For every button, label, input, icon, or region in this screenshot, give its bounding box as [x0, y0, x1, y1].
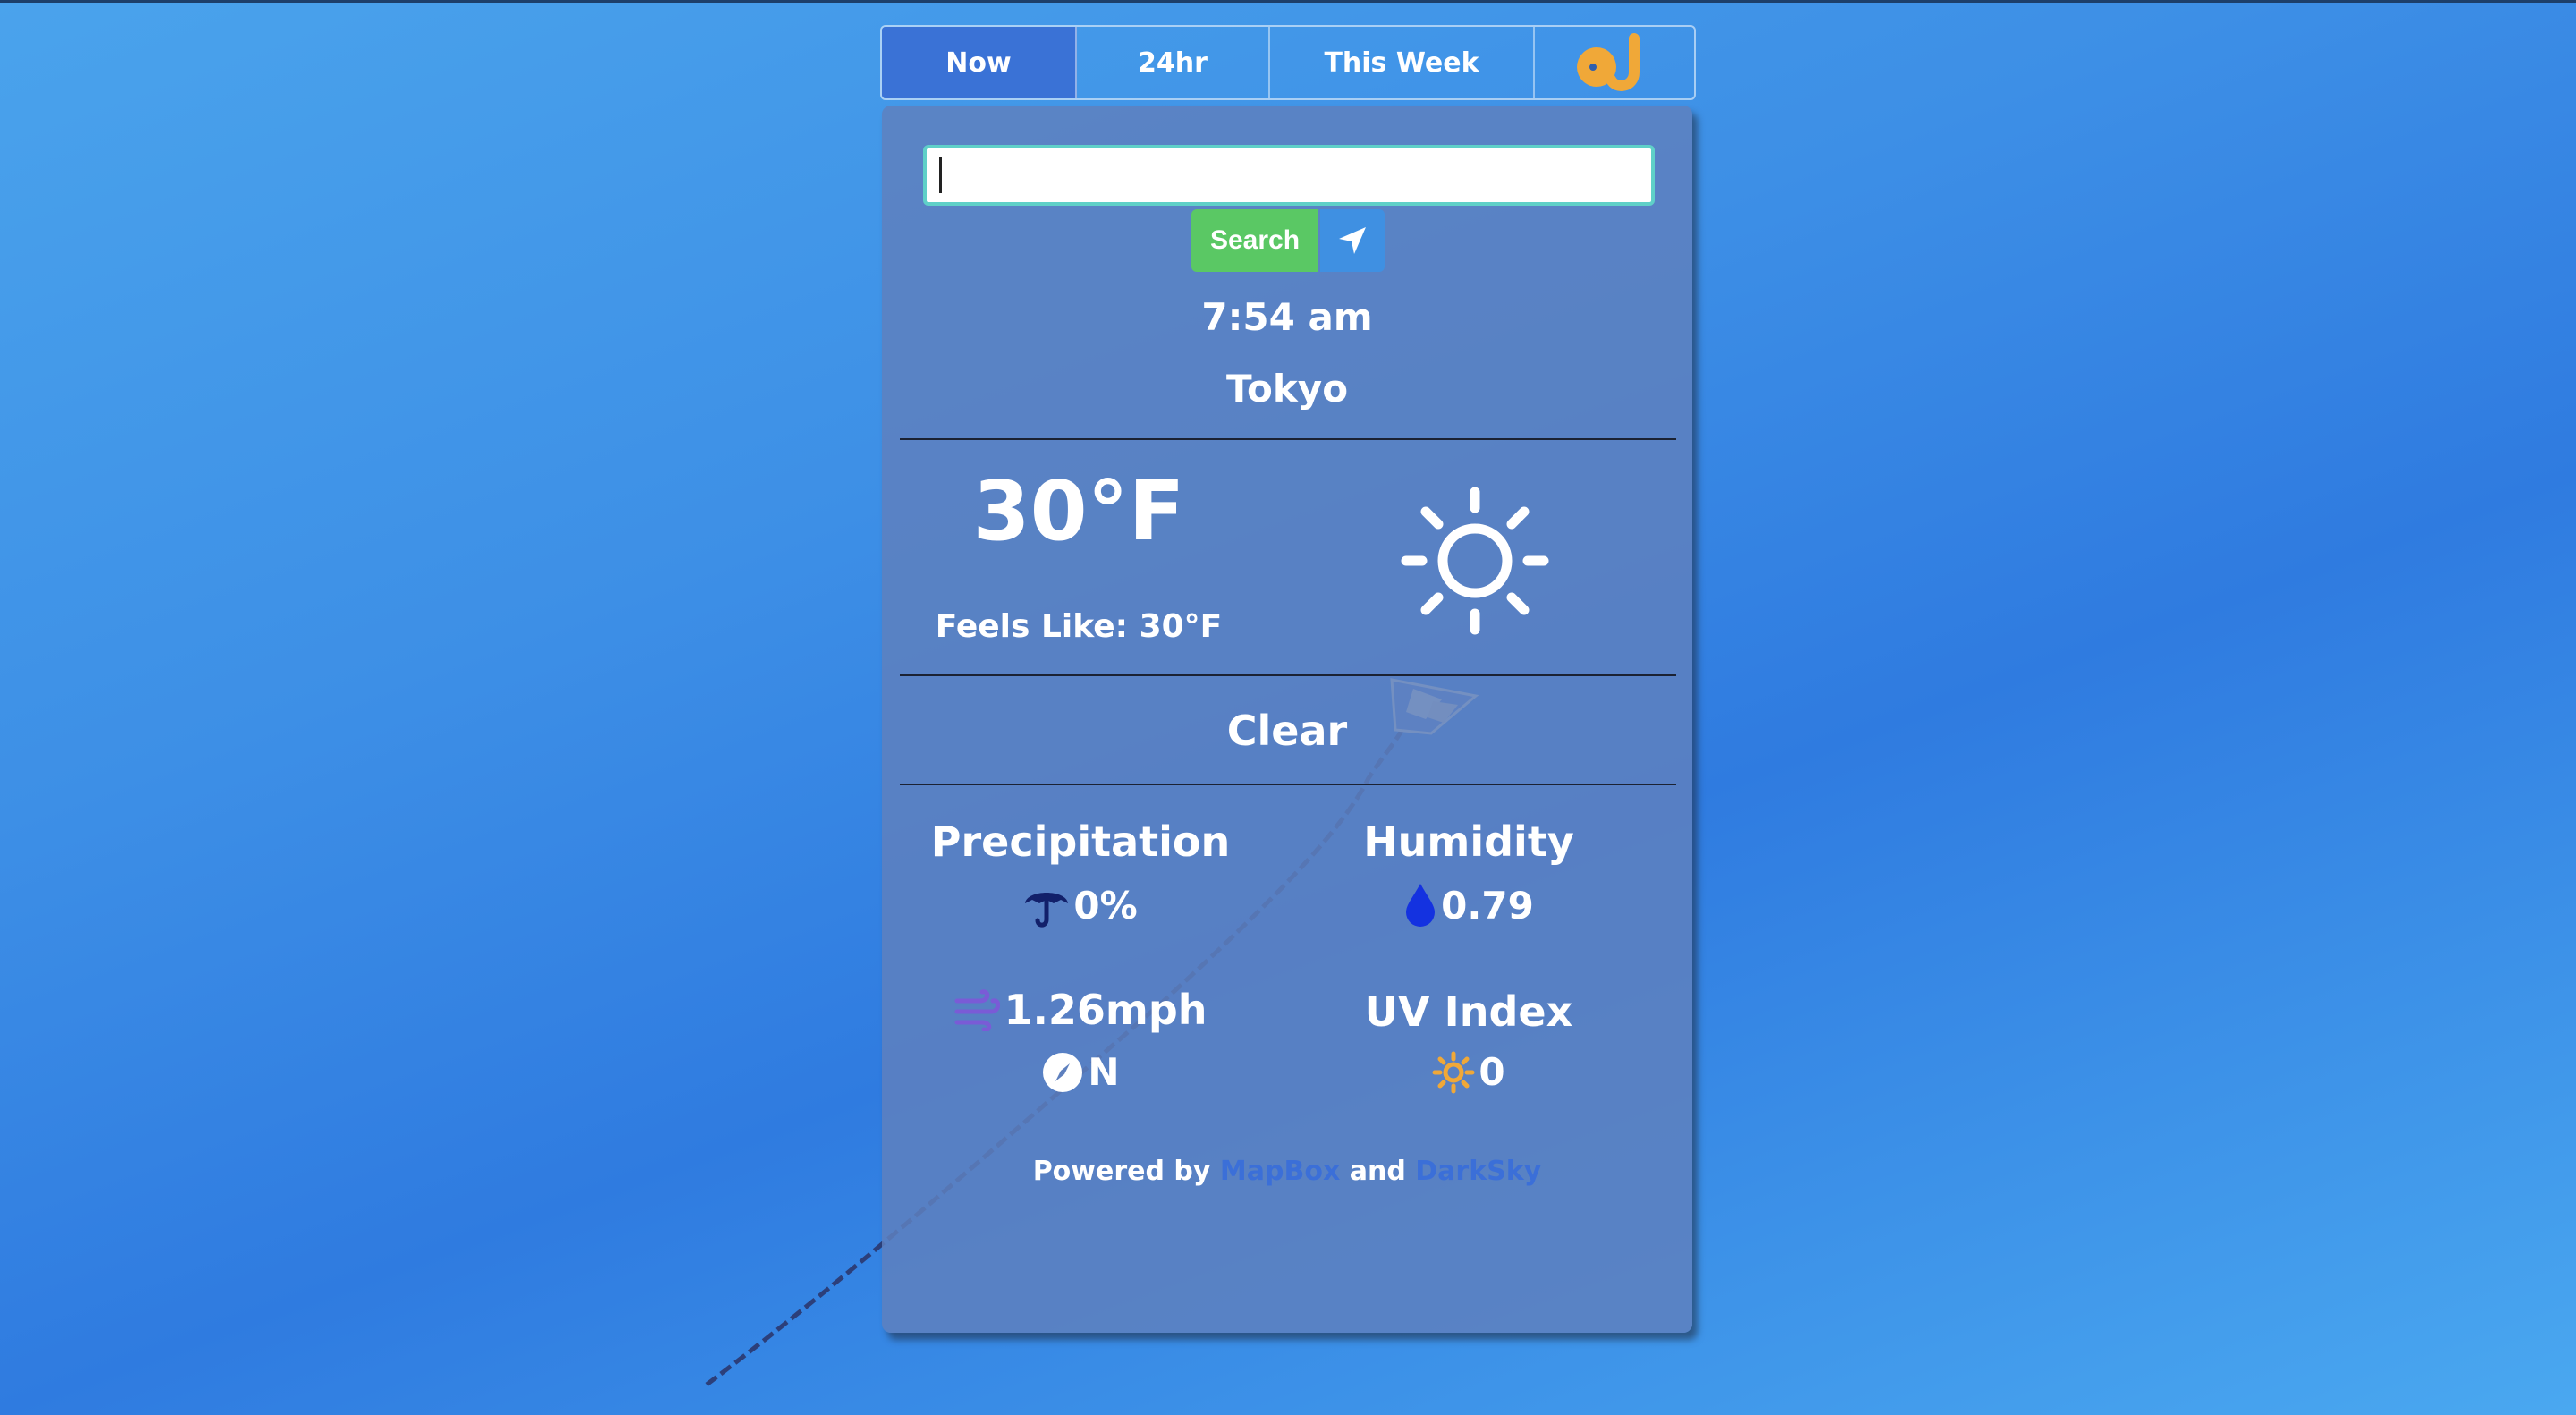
wind-direction: N	[1088, 1050, 1120, 1094]
weather-card: Search 7:54 am Tokyo 30°F Feels Like: 30…	[882, 106, 1692, 1333]
uv-index-value: 0	[1479, 1050, 1505, 1094]
uv-sun-icon	[1432, 1051, 1475, 1094]
oj-logo-icon	[1577, 33, 1640, 91]
city-name: Tokyo	[1225, 367, 1349, 411]
precipitation-value-row: 0%	[919, 882, 1241, 928]
footer-credits: Powered by MapBox and DarkSky	[882, 1156, 1692, 1187]
temperature: 30°F	[972, 463, 1185, 559]
search-button[interactable]: Search	[1191, 209, 1318, 272]
compass-icon	[1041, 1051, 1084, 1094]
tab-this-week[interactable]: This Week	[1270, 27, 1535, 98]
locate-button[interactable]	[1320, 209, 1385, 272]
divider	[900, 784, 1676, 785]
precipitation-value: 0%	[1073, 883, 1138, 928]
wind-icon	[953, 988, 1001, 1031]
divider	[900, 438, 1676, 440]
water-drop-icon	[1403, 882, 1437, 928]
mapbox-link[interactable]: MapBox	[1220, 1156, 1340, 1187]
view-tabs: Now 24hr This Week	[880, 25, 1696, 100]
sun-icon	[1401, 487, 1549, 635]
condition-text: Clear	[1226, 707, 1348, 755]
humidity-title: Humidity	[1363, 818, 1574, 866]
darksky-link[interactable]: DarkSky	[1415, 1156, 1541, 1187]
uv-index-title: UV Index	[1364, 987, 1573, 1036]
humidity-value-row: 0.79	[1308, 882, 1630, 928]
footer-and: and	[1349, 1156, 1406, 1187]
umbrella-icon	[1023, 882, 1070, 928]
humidity-value: 0.79	[1441, 883, 1534, 928]
uv-index-value-row: 0	[1308, 1050, 1630, 1094]
search-input[interactable]	[923, 145, 1655, 206]
local-time: 7:54 am	[1201, 295, 1373, 339]
location-arrow-icon	[1339, 227, 1366, 254]
wind-speed-row: 1.26mph	[919, 986, 1241, 1034]
tab-24hr[interactable]: 24hr	[1077, 27, 1270, 98]
divider	[900, 674, 1676, 676]
wind-direction-row: N	[919, 1050, 1241, 1094]
footer-prefix: Powered by	[1032, 1156, 1211, 1187]
text-caret	[939, 157, 942, 193]
precipitation-title: Precipitation	[930, 818, 1231, 866]
logo-button[interactable]	[1535, 27, 1694, 98]
wind-speed: 1.26mph	[1004, 986, 1208, 1034]
tab-now[interactable]: Now	[882, 27, 1077, 98]
top-border	[0, 0, 2576, 3]
feels-like: Feels Like: 30°F	[935, 608, 1223, 645]
